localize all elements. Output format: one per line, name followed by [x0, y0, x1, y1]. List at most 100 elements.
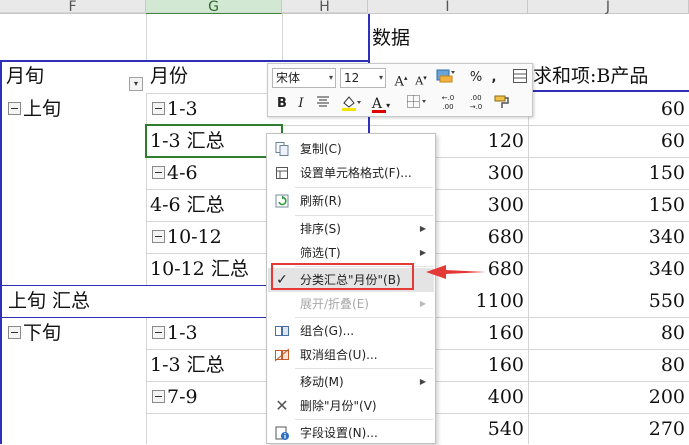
column-header-j[interactable]: J	[528, 0, 689, 14]
gridline	[282, 14, 283, 60]
mini-toolbar: 宋体 ▾ 12 ▾ A▴ A▾ % , B I A ▾ ←.0 .00 .00 →.…	[267, 63, 533, 117]
menu-item-format-cells[interactable]: 设置单元格格式(F)...	[268, 161, 434, 185]
month-item[interactable]: 7-9	[152, 381, 198, 413]
value-cell-j[interactable]: 150	[530, 157, 685, 189]
value-cell-j[interactable]: 60	[530, 93, 685, 125]
menu-item-move[interactable]: 移动(M) ▶	[268, 370, 434, 394]
value-cell-j[interactable]: 200	[530, 381, 685, 413]
filter-dropdown-button[interactable]: ▾	[129, 77, 143, 91]
group-xiaxun[interactable]: 下旬	[8, 317, 61, 349]
shrink-font-button[interactable]: A▾	[412, 68, 430, 88]
month-item[interactable]: 4-6	[152, 157, 198, 189]
grow-font-button[interactable]: A▴	[392, 68, 410, 90]
group-shangxun[interactable]: 上旬	[8, 93, 61, 125]
group-label: 上旬	[23, 98, 62, 120]
increase-decimal-button[interactable]: ←.0 .00	[436, 94, 460, 114]
collapse-minus-icon[interactable]	[152, 101, 165, 115]
table-style-icon[interactable]	[434, 68, 458, 88]
align-center-icon[interactable]	[314, 94, 332, 114]
menu-item-sort[interactable]: 排序(S) ▶	[268, 217, 434, 241]
format-painter-icon[interactable]	[492, 94, 514, 114]
collapse-minus-icon[interactable]	[152, 165, 165, 179]
delete-x-icon: ✕	[275, 396, 289, 415]
percent-button[interactable]: %	[468, 68, 484, 88]
value-cell-j[interactable]: 550	[530, 285, 685, 317]
chevron-down-icon: ▾	[328, 73, 333, 82]
month-subtotal[interactable]: 10-12 汇总	[150, 253, 249, 285]
value-cell-j[interactable]: 340	[530, 221, 685, 253]
month-label: 4-6	[167, 162, 198, 184]
month-item[interactable]: 1-3	[152, 317, 198, 349]
menu-label: 刷新(R)	[300, 194, 342, 208]
font-color-button[interactable]: A ▾	[368, 94, 394, 114]
grow-font-label: A	[394, 74, 404, 90]
comma-button[interactable]: ,	[487, 68, 501, 88]
menu-item-group[interactable]: 组合(G)...	[268, 319, 434, 343]
month-label: 1-3	[167, 322, 198, 344]
menu-item-filter[interactable]: 筛选(T) ▶	[268, 241, 434, 265]
font-name-combo[interactable]: 宋体 ▾	[272, 68, 336, 88]
gridline	[146, 93, 147, 285]
decrease-decimal-button[interactable]: .00 →.0	[464, 94, 488, 114]
month-label: 10-12	[167, 226, 222, 248]
value-header-b-product[interactable]: 求和项:B产品	[533, 60, 648, 92]
value-cell-j[interactable]: 340	[530, 253, 685, 285]
group-icon	[274, 323, 290, 339]
menu-item-delete-month[interactable]: ✕ 删除"月份"(V)	[268, 394, 434, 418]
chevron-down-icon: ▾	[378, 73, 383, 82]
menu-item-ungroup[interactable]: 取消组合(U)...	[268, 343, 434, 367]
month-subtotal[interactable]: 4-6 汇总	[150, 189, 225, 221]
pivot-data-header[interactable]: 数据	[372, 22, 410, 54]
month-subtotal[interactable]: 1-3 汇总	[150, 349, 225, 381]
sum-table-icon[interactable]	[510, 68, 530, 88]
menu-item-field-settings[interactable]: 字段设置(N)...	[268, 421, 434, 445]
font-color-bar	[372, 110, 386, 113]
menu-label: 字段设置(N)...	[300, 426, 378, 440]
copy-icon	[274, 141, 290, 157]
collapse-minus-icon[interactable]	[8, 101, 21, 115]
font-size-value: 12	[344, 71, 360, 85]
value-cell-j[interactable]: 80	[530, 349, 685, 381]
menu-label: 复制(C)	[300, 142, 342, 156]
menu-label: 展开/折叠(E)	[300, 297, 369, 311]
menu-label: 移动(M)	[300, 375, 344, 389]
italic-button[interactable]: I	[294, 94, 308, 114]
menu-label: 取消组合(U)...	[300, 348, 378, 362]
collapse-minus-icon[interactable]	[8, 325, 21, 339]
month-item[interactable]: 10-12	[152, 221, 222, 253]
menu-separator	[295, 187, 433, 188]
collapse-minus-icon[interactable]	[152, 325, 165, 339]
row-field-header-yuexun[interactable]: 月旬	[6, 60, 44, 92]
column-letter: J	[605, 0, 611, 15]
font-size-combo[interactable]: 12 ▾	[340, 68, 386, 88]
menu-item-refresh[interactable]: 刷新(R)	[268, 189, 434, 213]
collapse-minus-icon[interactable]	[152, 389, 165, 403]
group-label: 下旬	[23, 322, 62, 344]
menu-label: 组合(G)...	[300, 324, 355, 338]
chevron-down-icon: ▾	[386, 101, 391, 110]
month-item[interactable]: 1-3	[152, 93, 198, 125]
submenu-arrow-icon: ▶	[419, 377, 426, 386]
collapse-minus-icon[interactable]	[152, 229, 165, 243]
value-cell-j[interactable]: 270	[530, 413, 685, 445]
gridline	[146, 317, 147, 444]
value-cell-j[interactable]: 60	[530, 125, 685, 157]
menu-item-copy[interactable]: 复制(C)	[268, 137, 434, 161]
row-field-header-yuefen[interactable]: 月份	[150, 60, 188, 92]
menu-label: 删除"月份"(V)	[300, 399, 377, 413]
gridline	[146, 14, 147, 60]
value-cell-j[interactable]: 150	[530, 189, 685, 221]
subtotal-shangxun[interactable]: 上旬 汇总	[8, 285, 90, 317]
menu-label: 设置单元格格式(F)...	[300, 166, 412, 180]
value-cell-j[interactable]: 80	[530, 317, 685, 349]
pivot-border	[0, 60, 2, 444]
column-header-i[interactable]: I	[368, 0, 528, 14]
borders-icon[interactable]	[404, 94, 430, 114]
month-label: 7-9	[167, 386, 198, 408]
refresh-icon	[274, 193, 290, 209]
format-cells-icon	[274, 165, 290, 181]
menu-separator	[295, 419, 433, 420]
bold-button[interactable]: B	[274, 94, 290, 114]
fill-color-icon[interactable]	[338, 94, 364, 114]
highlight-box	[271, 263, 414, 290]
